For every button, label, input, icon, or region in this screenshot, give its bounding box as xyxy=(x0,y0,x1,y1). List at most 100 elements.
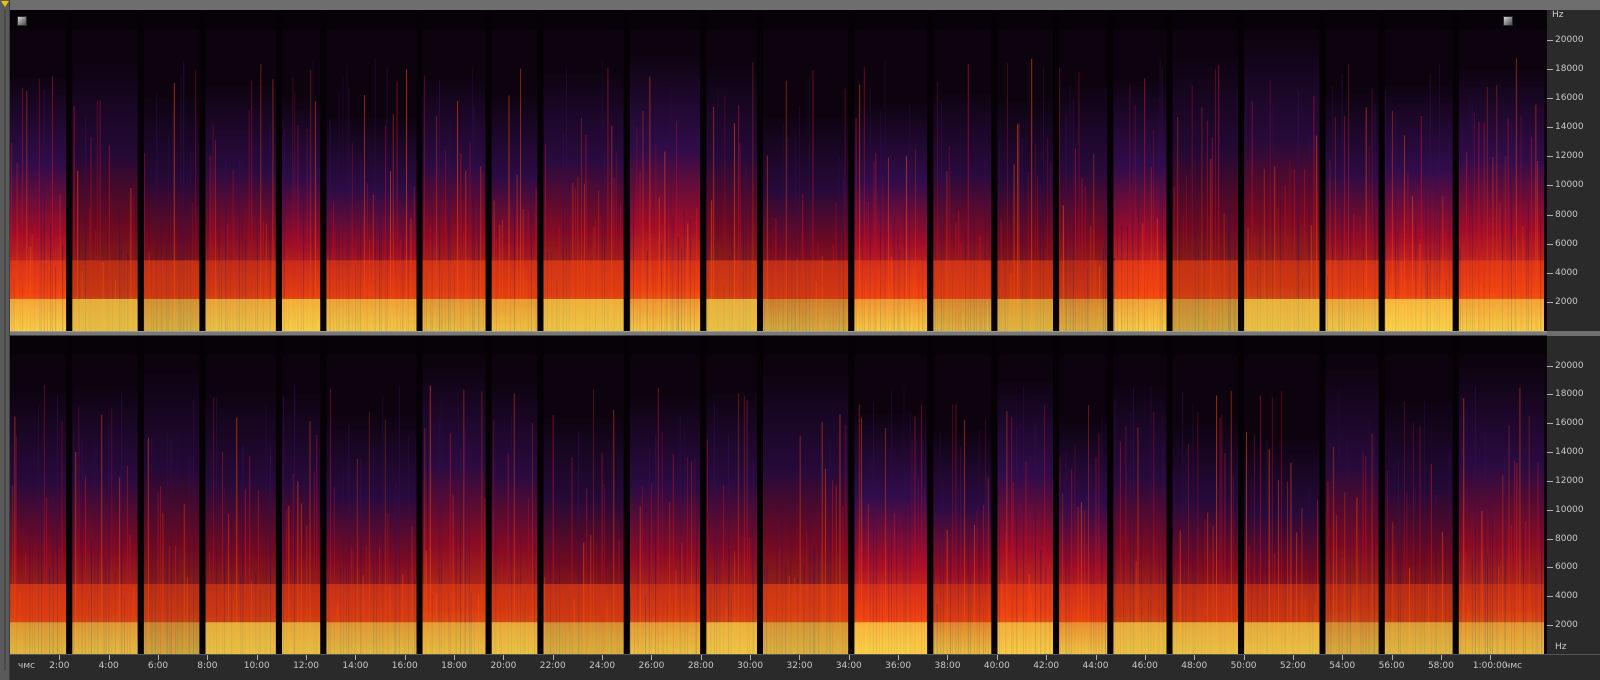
track-gap xyxy=(1238,10,1245,331)
time-tick-label: 1:00:00 xyxy=(1472,661,1508,671)
spectrogram-mid-freq-band xyxy=(629,260,701,299)
track-gap xyxy=(756,10,763,331)
freq-tick-label: 8000 xyxy=(1555,533,1578,544)
time-tick-label: 28:00 xyxy=(687,661,714,671)
freq-tick-label: 10000 xyxy=(1555,504,1584,515)
spectrogram-mid-freq-band xyxy=(72,260,138,299)
freq-tick xyxy=(1547,538,1553,540)
track-gap xyxy=(275,10,282,331)
time-tick xyxy=(1144,655,1146,660)
spectrogram-mid-freq-band xyxy=(205,260,276,299)
spectrogram-mid-freq-band xyxy=(72,584,138,623)
time-axis: чмс чмс 2:00 4:00 6:00 8:00 10:00 12:00 14:00 1… xyxy=(10,654,1600,680)
spectrogram-mid-freq-band xyxy=(629,584,701,623)
scroll-marker-icon[interactable] xyxy=(1,1,9,7)
spectrogram-mid-freq-band xyxy=(326,260,417,299)
spectrogram-low-freq-band xyxy=(1458,298,1544,331)
time-tick-label: 30:00 xyxy=(737,661,764,671)
spectrogram-low-freq-band xyxy=(1458,622,1544,654)
track-gap xyxy=(1452,336,1459,654)
time-tick xyxy=(947,655,949,660)
track-gap xyxy=(1378,336,1385,654)
zoom-corner-left-icon[interactable] xyxy=(17,16,27,26)
freq-tick-label: 20000 xyxy=(1555,34,1584,45)
spectrogram-window: 20000 18000 16000 14000 12000 10000 8000 6000 40… xyxy=(0,0,1600,680)
spectrogram-low-freq-band xyxy=(281,622,321,654)
track-gap xyxy=(991,336,998,654)
time-tick xyxy=(1095,655,1097,660)
spectrogram-mid-freq-band xyxy=(1458,260,1544,299)
time-tick-label: 38:00 xyxy=(934,661,961,671)
freq-tick xyxy=(1547,394,1553,396)
track-gap xyxy=(1053,10,1060,331)
spectrogram-canvas-right xyxy=(10,336,1547,654)
spectrogram-low-freq-band xyxy=(706,622,757,654)
spectrogram-low-freq-band xyxy=(205,622,276,654)
spectrogram-low-freq-band xyxy=(143,298,200,331)
freq-tick xyxy=(1547,272,1553,274)
freq-tick-label: 12000 xyxy=(1555,151,1584,162)
time-tick-label: 42:00 xyxy=(1033,661,1060,671)
vertical-scrollbar[interactable] xyxy=(0,0,10,680)
freq-tick xyxy=(1547,185,1553,187)
scroll-track[interactable] xyxy=(4,10,6,670)
spectrogram-channel-left[interactable] xyxy=(10,10,1547,331)
freq-tick xyxy=(1547,625,1553,627)
spectrogram-low-freq-band xyxy=(706,298,757,331)
track-gap xyxy=(623,10,630,331)
time-unit-left: чмс xyxy=(18,661,36,671)
spectrogram-mid-freq-band xyxy=(1458,584,1544,623)
track-gap xyxy=(485,336,492,654)
freq-tick-label: 4000 xyxy=(1555,591,1578,602)
time-tick xyxy=(256,655,258,660)
spectrogram-mid-freq-band xyxy=(1172,584,1239,623)
track-gap xyxy=(416,10,423,331)
spectrogram-low-freq-band xyxy=(997,298,1054,331)
time-tick-label: 34:00 xyxy=(835,661,862,671)
spectrogram-low-freq-band xyxy=(543,622,624,654)
freq-tick-label: 14000 xyxy=(1555,447,1584,458)
track-gap xyxy=(756,336,763,654)
freq-tick-label: 12000 xyxy=(1555,475,1584,486)
freq-tick xyxy=(1547,423,1553,425)
spectrogram-low-freq-band xyxy=(762,298,849,331)
time-tick-label: 22:00 xyxy=(539,661,566,671)
spectrogram-mid-freq-band xyxy=(1059,260,1108,299)
track-gap xyxy=(1452,10,1459,331)
spectrogram-mid-freq-band xyxy=(1244,584,1320,623)
frequency-axis-left: 20000 18000 16000 14000 12000 10000 8000 6000 40… xyxy=(1547,10,1600,331)
track-gap xyxy=(1319,10,1326,331)
freq-tick xyxy=(1547,301,1553,303)
spectrogram-mid-freq-band xyxy=(997,260,1054,299)
freq-unit-top: Hz xyxy=(1552,10,1564,20)
track-gap xyxy=(991,10,998,331)
spectrogram-mid-freq-band xyxy=(762,260,849,299)
spectrogram-low-freq-band xyxy=(326,298,417,331)
freq-unit-bottom: Hz xyxy=(1555,642,1567,652)
spectrogram-low-freq-band xyxy=(997,622,1054,654)
freq-tick-label: 2000 xyxy=(1555,296,1578,307)
freq-tick-label: 8000 xyxy=(1555,209,1578,220)
time-tick xyxy=(404,655,406,660)
time-tick-label: 58:00 xyxy=(1427,661,1454,671)
track-gap xyxy=(1319,336,1326,654)
track-gap xyxy=(700,336,707,654)
freq-tick xyxy=(1547,567,1553,569)
zoom-corner-right-icon[interactable] xyxy=(1503,16,1513,26)
spectrogram-low-freq-band xyxy=(422,298,486,331)
time-tick xyxy=(898,655,900,660)
spectrogram-channel-right[interactable] xyxy=(10,336,1547,654)
spectrogram-mid-freq-band xyxy=(1059,584,1108,623)
track-gap xyxy=(848,10,855,331)
spectrogram-low-freq-band xyxy=(10,622,67,654)
time-tick-label: 14:00 xyxy=(342,661,369,671)
spectrogram-mid-freq-band xyxy=(422,260,486,299)
spectrogram-mid-freq-band xyxy=(1384,260,1453,299)
time-tick-label: 36:00 xyxy=(885,661,912,671)
spectrogram-mid-freq-band xyxy=(762,584,849,623)
time-tick xyxy=(1046,655,1048,660)
track-gap xyxy=(848,336,855,654)
track-gap xyxy=(1107,336,1114,654)
spectrogram-mid-freq-band xyxy=(281,260,321,299)
freq-tick xyxy=(1547,39,1553,41)
